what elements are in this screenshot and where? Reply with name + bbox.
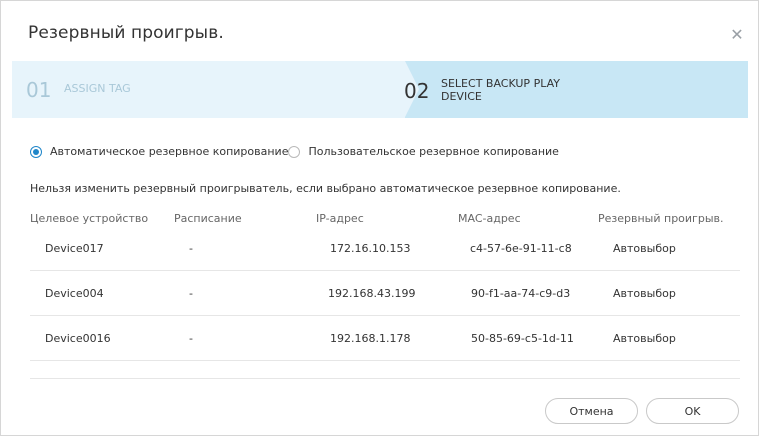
column-header: IP-адрес	[316, 212, 364, 225]
step-assign-tag: 01 ASSIGN TAG	[12, 61, 419, 118]
table-row[interactable]: Device017 - 172.16.10.153 c4-57-6e-91-11…	[30, 226, 740, 271]
cancel-button[interactable]: Отмена	[545, 398, 638, 424]
cell-backup: Автовыбор	[613, 242, 676, 255]
cell-device: Device0016	[45, 332, 111, 345]
cell-ip: 192.168.43.199	[328, 287, 416, 300]
backup-dialog: Резервный проигрыв. ✕ 01 ASSIGN TAG 02 S…	[0, 0, 759, 436]
step-number: 01	[26, 78, 52, 102]
step-number: 02	[404, 79, 430, 103]
cell-backup: Автовыбор	[613, 287, 676, 300]
cell-mac: c4-57-6e-91-11-c8	[470, 242, 572, 255]
backup-mode-options: Автоматическое резервное копирование Пол…	[30, 145, 559, 158]
cell-mac: 90-f1-aa-74-c9-d3	[471, 287, 571, 300]
column-header: MAC-адрес	[458, 212, 521, 225]
radio-dot[interactable]	[30, 145, 42, 158]
cell-ip: 172.16.10.153	[330, 242, 411, 255]
table-row[interactable]: Device0016 - 192.168.1.178 50-85-69-c5-1…	[30, 316, 740, 361]
radio-custom-label: Пользовательское резервное копирование	[308, 145, 559, 158]
cell-device: Device004	[45, 287, 104, 300]
cell-schedule: -	[189, 287, 193, 300]
cell-mac: 50-85-69-c5-1d-11	[471, 332, 574, 345]
table-bottom-divider	[30, 361, 740, 379]
dialog-title: Резервный проигрыв.	[28, 23, 224, 43]
close-icon[interactable]: ✕	[729, 27, 745, 43]
ok-button[interactable]: OK	[646, 398, 739, 424]
step-indicator: 01 ASSIGN TAG 02 SELECT BACKUP PLAY DEVI…	[12, 61, 748, 118]
table-row[interactable]: Device004 - 192.168.43.199 90-f1-aa-74-c…	[30, 271, 740, 316]
radio-auto-label: Автоматическое резервное копирование	[50, 145, 289, 158]
column-header: Резервный проигрыв.	[598, 212, 724, 225]
column-header: Расписание	[174, 212, 242, 225]
step-label: SELECT BACKUP PLAY DEVICE	[441, 77, 560, 103]
auto-backup-note: Нельзя изменить резервный проигрыватель,…	[30, 182, 621, 195]
cell-backup: Автовыбор	[613, 332, 676, 345]
cell-ip: 192.168.1.178	[330, 332, 411, 345]
column-header: Целевое устройство	[30, 212, 149, 225]
radio-custom-backup[interactable]: Пользовательское резервное копирование	[288, 145, 559, 158]
step-label: ASSIGN TAG	[64, 82, 131, 95]
cell-schedule: -	[189, 242, 193, 255]
radio-auto-backup[interactable]: Автоматическое резервное копирование	[30, 145, 288, 158]
cell-device: Device017	[45, 242, 104, 255]
radio-dot[interactable]	[288, 145, 301, 158]
cell-schedule: -	[189, 332, 193, 345]
